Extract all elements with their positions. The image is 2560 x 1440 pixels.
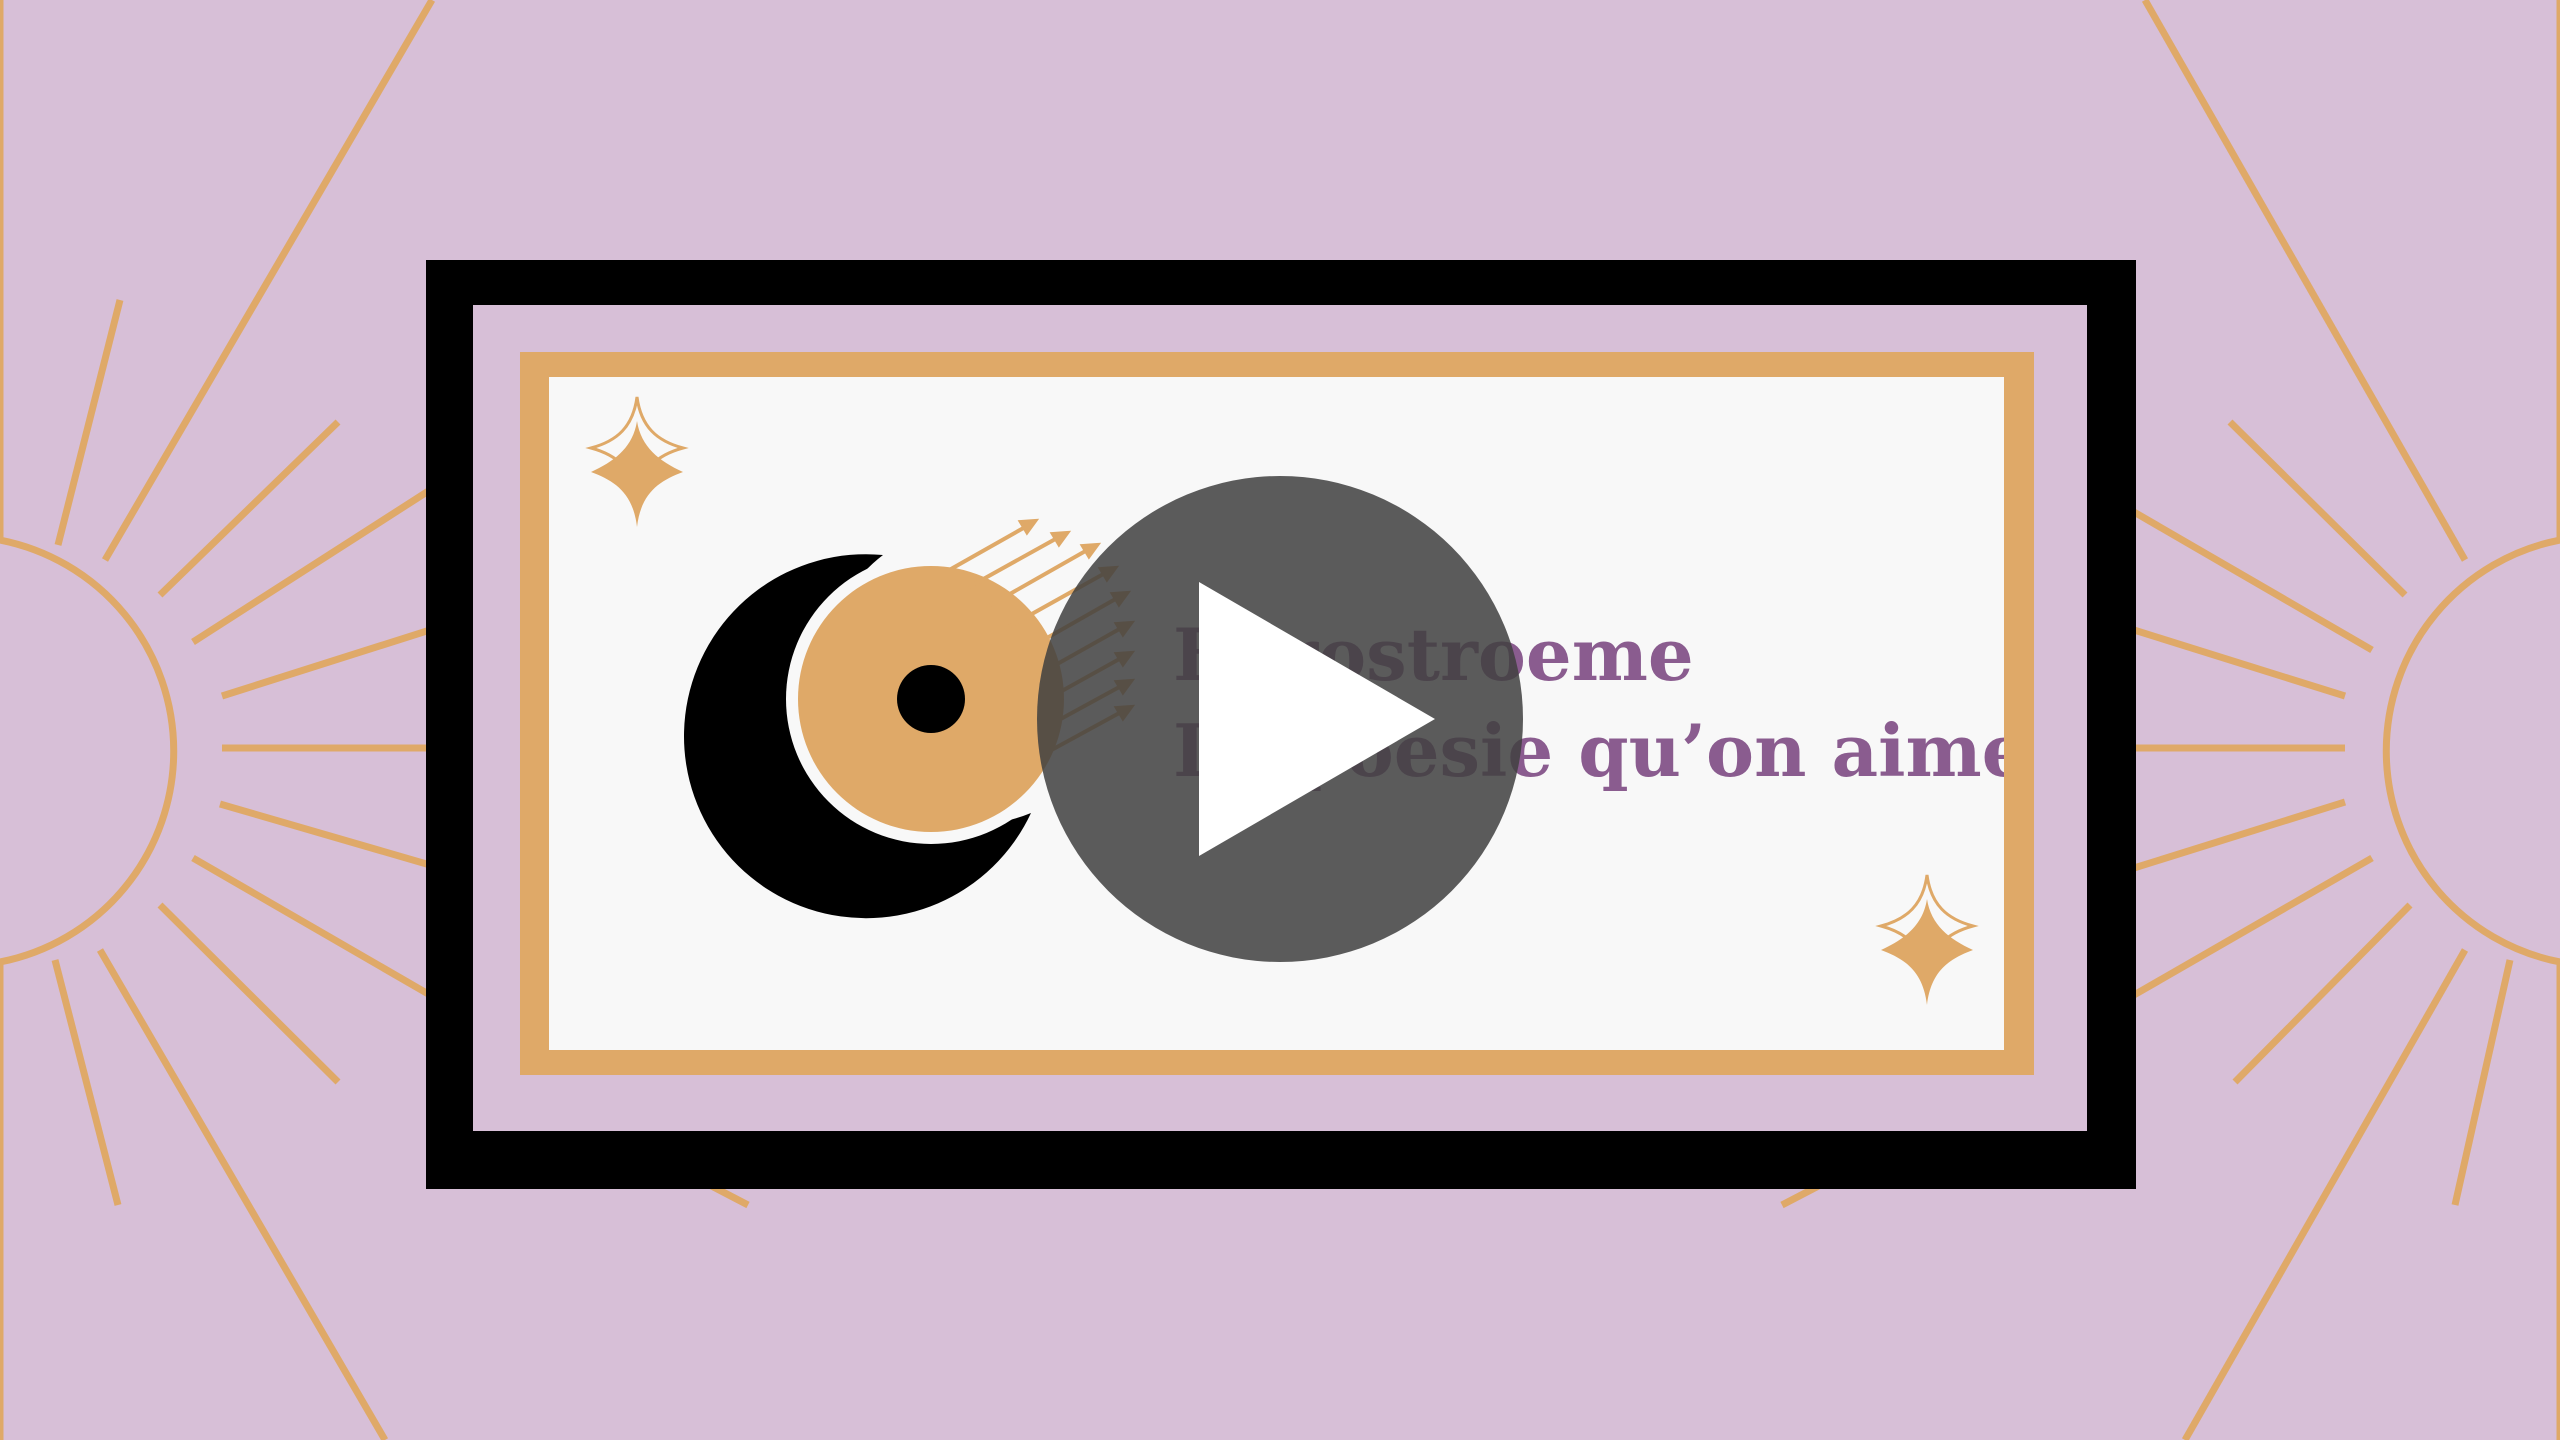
sparkle-icon bbox=[1875, 874, 1979, 1005]
video-embed-stage: Eurostroeme La poesie qu’on aime bbox=[0, 0, 2560, 1440]
play-icon bbox=[1199, 582, 1435, 856]
play-button[interactable] bbox=[1037, 476, 1523, 962]
sparkle-icon bbox=[585, 396, 689, 527]
golden-sun-icon bbox=[786, 554, 1076, 844]
